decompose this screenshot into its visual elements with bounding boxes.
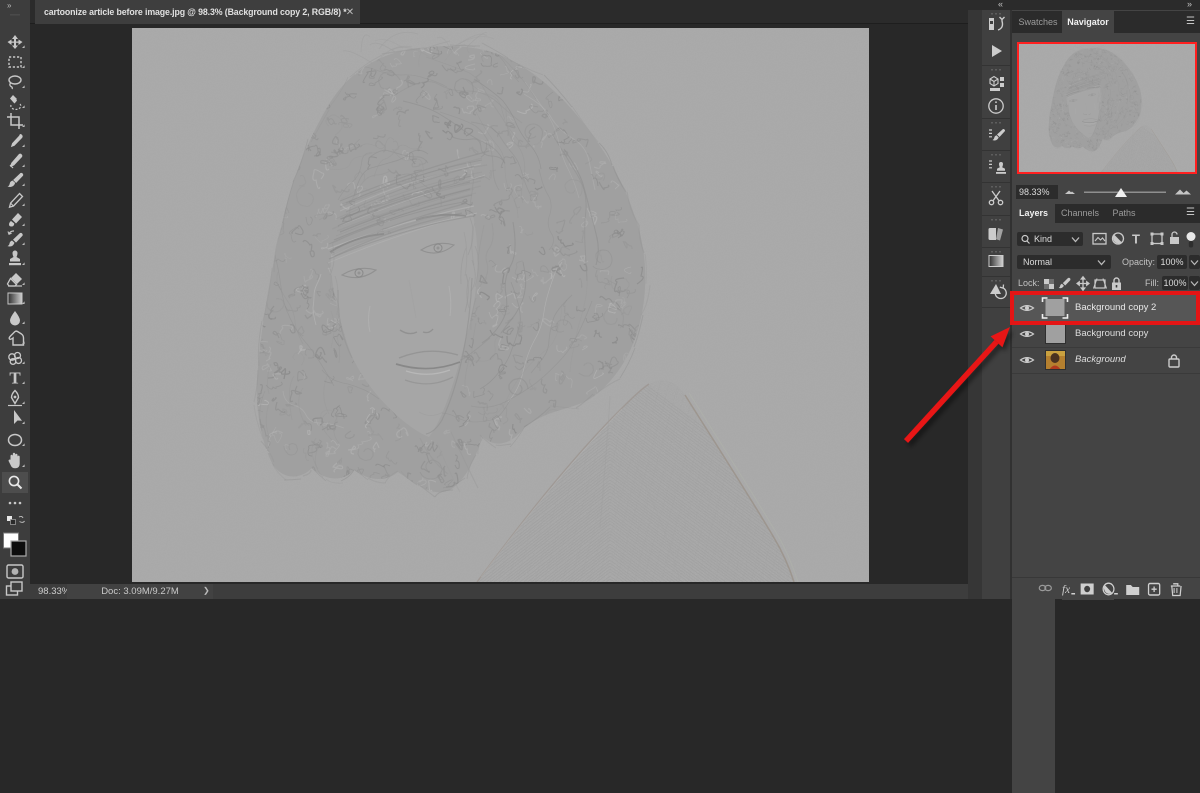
svg-text:fx: fx: [1062, 583, 1071, 596]
svg-text:»: »: [7, 1, 12, 10]
svg-text:T: T: [9, 369, 21, 388]
svg-text:Kind: Kind: [1034, 234, 1052, 244]
svg-text:T: T: [1132, 232, 1140, 247]
